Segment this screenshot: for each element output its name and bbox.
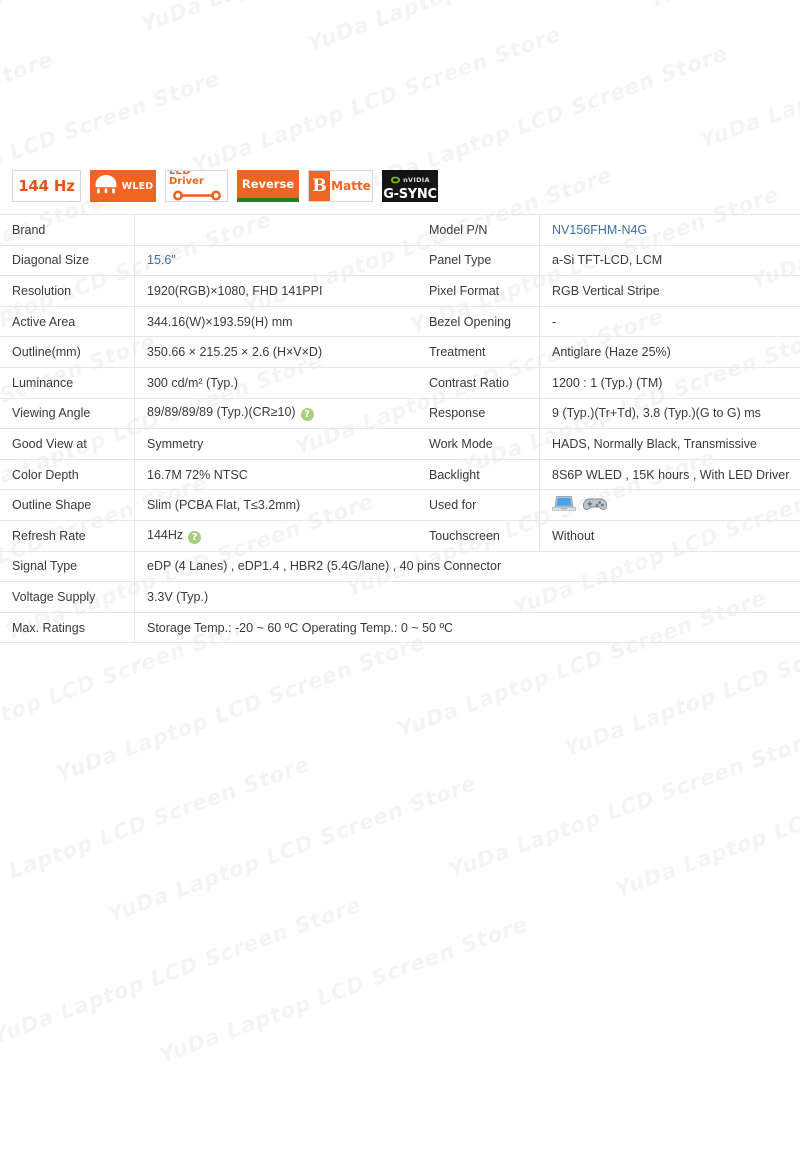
table-row: Refresh Rate 144Hz? Touchscreen Without xyxy=(0,520,800,551)
spec-value-model-pn[interactable]: NV156FHM-N4G xyxy=(540,215,800,246)
specification-table: Brand Model P/N NV156FHM-N4G Diagonal Si… xyxy=(0,214,800,643)
table-row: Max. Ratings Storage Temp.: -20 ~ 60 ºC … xyxy=(0,612,800,643)
reverse-badge-label: Reverse xyxy=(242,177,294,191)
table-row: Resolution 1920(RGB)×1080, FHD 141PPI Pi… xyxy=(0,276,800,307)
table-row: Active Area 344.16(W)×193.59(H) mm Bezel… xyxy=(0,306,800,337)
spec-label-work-mode: Work Mode xyxy=(417,429,540,460)
spec-value-response: 9 (Typ.)(Tr+Td), 3.8 (Typ.)(G to G) ms xyxy=(540,398,800,429)
gsync-badge-label: G-SYNC xyxy=(383,188,436,201)
spec-label-viewing-angle: Viewing Angle xyxy=(0,398,135,429)
spec-label-resolution: Resolution xyxy=(0,276,135,307)
spec-value-good-view-at: Symmetry xyxy=(135,429,418,460)
viewing-angle-text: 89/89/89/89 (Typ.)(CR≥10) xyxy=(147,405,296,419)
spec-value-voltage-supply: 3.3V (Typ.) xyxy=(135,582,800,613)
spec-label-brand: Brand xyxy=(0,215,135,246)
spec-label-model-pn: Model P/N xyxy=(417,215,540,246)
refresh-rate-badge: 144 Hz xyxy=(12,170,81,202)
laptop-icon xyxy=(552,495,576,516)
spec-value-treatment: Antiglare (Haze 25%) xyxy=(540,337,800,368)
spec-label-max-ratings: Max. Ratings xyxy=(0,612,135,643)
spec-label-response: Response xyxy=(417,398,540,429)
wled-badge-label: WLED xyxy=(122,181,154,192)
spec-label-luminance: Luminance xyxy=(0,367,135,398)
spec-label-outline-shape: Outline Shape xyxy=(0,490,135,521)
gsync-badge: nVIDIA G-SYNC xyxy=(382,170,438,202)
nvidia-brand-label: nVIDIA xyxy=(403,177,430,184)
spec-label-refresh-rate: Refresh Rate xyxy=(0,520,135,551)
table-row: Diagonal Size 15.6" Panel Type a-Si TFT-… xyxy=(0,245,800,276)
watermark-row: YuDa Laptop LCD Screen StoreYuDa Laptop … xyxy=(0,618,800,1099)
spec-value-touchscreen: Without xyxy=(540,520,800,551)
table-row: Outline(mm) 350.66 × 215.25 × 2.6 (H×V×D… xyxy=(0,337,800,368)
watermark-row: YuDa Laptop LCD Screen StoreYuDa Laptop … xyxy=(16,688,800,1169)
spec-value-signal-type: eDP (4 Lanes) , eDP1.4 , HBR2 (5.4G/lane… xyxy=(135,551,800,582)
spec-label-used-for: Used for xyxy=(417,490,540,521)
spec-label-bezel-opening: Bezel Opening xyxy=(417,306,540,337)
spec-label-active-area: Active Area xyxy=(0,306,135,337)
spec-value-panel-type: a-Si TFT-LCD, LCM xyxy=(540,245,800,276)
spec-value-used-for xyxy=(540,490,800,521)
spec-label-signal-type: Signal Type xyxy=(0,551,135,582)
driver-bar-icon xyxy=(171,188,223,203)
feature-badge-strip: 144 Hz WLED LED Driver xyxy=(12,169,438,203)
spec-value-color-depth: 16.7M 72% NTSC xyxy=(135,459,418,490)
spec-value-resolution: 1920(RGB)×1080, FHD 141PPI xyxy=(135,276,418,307)
spec-label-outline-mm: Outline(mm) xyxy=(0,337,135,368)
wled-badge: WLED xyxy=(90,170,156,202)
spec-value-bezel-opening: - xyxy=(540,306,800,337)
table-row: Voltage Supply 3.3V (Typ.) xyxy=(0,582,800,613)
table-row: Brand Model P/N NV156FHM-N4G xyxy=(0,215,800,246)
spec-label-color-depth: Color Depth xyxy=(0,459,135,490)
watermark-row: YuDa Laptop LCD Screen StoreYuDa Laptop … xyxy=(0,0,800,182)
spec-value-backlight: 8S6P WLED , 15K hours , With LED Driver xyxy=(540,459,800,490)
spec-label-contrast-ratio: Contrast Ratio xyxy=(417,367,540,398)
refresh-rate-badge-label: 144 Hz xyxy=(18,177,75,195)
spec-value-contrast-ratio: 1200 : 1 (Typ.) (TM) xyxy=(540,367,800,398)
led-driver-badge-label: LED Driver xyxy=(169,170,224,187)
spec-value-luminance: 300 cd/m² (Typ.) xyxy=(135,367,418,398)
diagonal-size-link[interactable]: 15.6" xyxy=(147,253,176,267)
spec-label-diagonal-size: Diagonal Size xyxy=(0,245,135,276)
spec-value-max-ratings: Storage Temp.: -20 ~ 60 ºC Operating Tem… xyxy=(135,612,800,643)
reverse-badge: Reverse xyxy=(237,170,299,202)
led-driver-badge: LED Driver xyxy=(165,170,228,202)
nvidia-eye-icon xyxy=(390,172,401,188)
table-row: Outline Shape Slim (PCBA Flat, T≤3.2mm) … xyxy=(0,490,800,521)
b-mark-icon: B xyxy=(309,171,330,201)
spec-value-diagonal-size[interactable]: 15.6" xyxy=(135,245,418,276)
spec-value-outline-shape: Slim (PCBA Flat, T≤3.2mm) xyxy=(135,490,418,521)
table-row: Color Depth 16.7M 72% NTSC Backlight 8S6… xyxy=(0,459,800,490)
spec-value-outline-mm: 350.66 × 215.25 × 2.6 (H×V×D) xyxy=(135,337,418,368)
help-icon[interactable]: ? xyxy=(301,408,314,421)
spec-value-pixel-format: RGB Vertical Stripe xyxy=(540,276,800,307)
gamepad-icon xyxy=(582,495,608,516)
spec-value-work-mode: HADS, Normally Black, Transmissive xyxy=(540,429,800,460)
spec-label-panel-type: Panel Type xyxy=(417,245,540,276)
spec-label-voltage-supply: Voltage Supply xyxy=(0,582,135,613)
spec-label-touchscreen: Touchscreen xyxy=(417,520,540,551)
table-row: Luminance 300 cd/m² (Typ.) Contrast Rati… xyxy=(0,367,800,398)
spec-label-backlight: Backlight xyxy=(417,459,540,490)
spec-label-pixel-format: Pixel Format xyxy=(417,276,540,307)
spec-value-brand xyxy=(135,215,418,246)
refresh-rate-text: 144Hz xyxy=(147,528,183,542)
spec-label-good-view-at: Good View at xyxy=(0,429,135,460)
help-icon[interactable]: ? xyxy=(188,531,201,544)
spec-label-treatment: Treatment xyxy=(417,337,540,368)
spec-value-active-area: 344.16(W)×193.59(H) mm xyxy=(135,306,418,337)
matte-badge-label: Matte xyxy=(330,179,372,193)
table-row: Viewing Angle 89/89/89/89 (Typ.)(CR≥10)?… xyxy=(0,398,800,429)
model-pn-link[interactable]: NV156FHM-N4G xyxy=(552,223,647,237)
table-row: Good View at Symmetry Work Mode HADS, No… xyxy=(0,429,800,460)
spec-value-refresh-rate: 144Hz? xyxy=(135,520,418,551)
matte-badge: B Matte xyxy=(308,170,373,202)
table-row: Signal Type eDP (4 Lanes) , eDP1.4 , HBR… xyxy=(0,551,800,582)
spec-value-viewing-angle: 89/89/89/89 (Typ.)(CR≥10)? xyxy=(135,398,418,429)
watermark-row: YuDa Laptop LCD Screen StoreYuDa Laptop … xyxy=(0,0,784,112)
bulb-icon xyxy=(93,173,119,200)
